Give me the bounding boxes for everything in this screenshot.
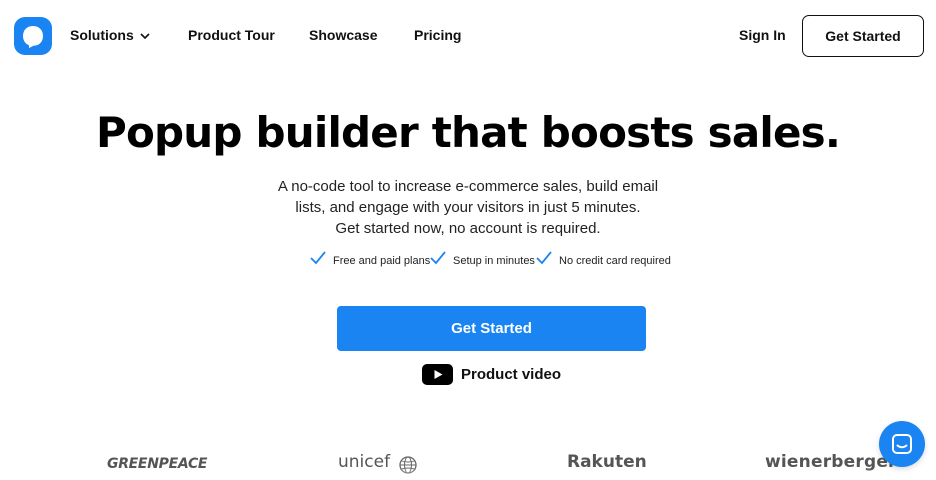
feature-item: Setup in minutes — [453, 255, 535, 267]
feature-item: No credit card required — [559, 255, 671, 267]
hero-subtitle-line: Get started now, no account is required. — [335, 220, 601, 237]
top-navigation: Solutions Product Tour Showcase Pricing … — [0, 0, 936, 72]
nav-showcase[interactable]: Showcase — [309, 27, 377, 43]
popupsmart-logo-icon[interactable] — [14, 17, 52, 55]
hero-subtitle-line: lists, and engage with your visitors in … — [295, 199, 641, 216]
nav-get-started-button[interactable]: Get Started — [802, 15, 924, 57]
youtube-play-icon — [422, 363, 453, 385]
check-icon — [430, 251, 446, 265]
feature-item: Free and paid plans — [333, 255, 431, 267]
unicef-logo: unicef — [338, 452, 391, 472]
sign-in-link[interactable]: Sign In — [739, 27, 786, 43]
wienerberger-logo: wienerberger — [765, 452, 897, 472]
unicef-globe-icon — [399, 456, 417, 474]
hero-subtitle-line: A no-code tool to increase e-commerce sa… — [277, 178, 659, 195]
chat-launcher-button[interactable] — [879, 421, 925, 467]
chat-icon — [892, 434, 912, 454]
greenpeace-logo: GREENPEACE — [107, 456, 208, 472]
nav-solutions[interactable]: Solutions — [70, 27, 150, 43]
chevron-down-icon — [140, 33, 150, 39]
check-icon — [310, 251, 326, 265]
feature-list: Free and paid plans Setup in minutes No … — [0, 251, 936, 271]
hero-title: Popup builder that boosts sales. — [96, 108, 841, 157]
hero-get-started-button[interactable]: Get Started — [337, 306, 646, 351]
rakuten-logo: Rakuten — [567, 452, 647, 472]
nav-product-tour[interactable]: Product Tour — [188, 27, 275, 43]
nav-solutions-label: Solutions — [70, 27, 134, 43]
product-video-label: Product video — [461, 365, 562, 383]
product-video-link[interactable]: Product video — [422, 363, 561, 385]
nav-pricing[interactable]: Pricing — [414, 27, 461, 43]
check-icon — [536, 251, 552, 265]
